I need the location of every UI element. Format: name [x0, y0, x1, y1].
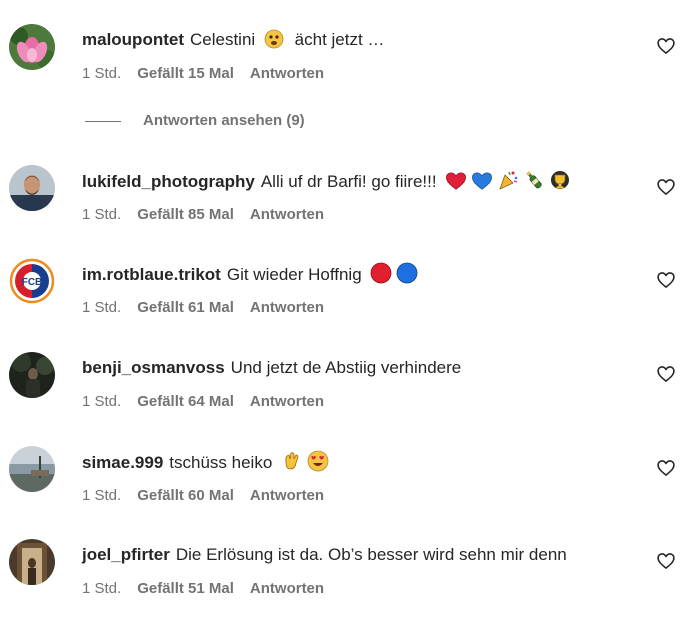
blue-circle-icon [396, 262, 418, 284]
red-circle-icon [370, 262, 392, 284]
like-heart-icon[interactable] [656, 458, 676, 478]
comment-meta: 1 Std. Gefällt 61 Mal Antworten [82, 298, 324, 318]
timestamp: 1 Std. [82, 580, 122, 597]
comment-item: benji_osmanvoss Und jetzt de Abstiig verh… [0, 352, 680, 432]
comment-body: Und jetzt de Abstiig verhindere [230, 358, 462, 377]
red-heart-icon [445, 171, 467, 191]
comment-text: benji_osmanvoss Und jetzt de Abstiig verh… [82, 356, 461, 380]
view-replies-button[interactable]: Antworten ansehen (9) [85, 111, 305, 131]
reply-button[interactable]: Antworten [250, 299, 324, 316]
divider-line [85, 120, 121, 122]
timestamp: 1 Std. [82, 299, 122, 316]
username[interactable]: benji_osmanvoss [82, 358, 225, 377]
comment-body: tschüss heiko [169, 453, 273, 472]
reply-button[interactable]: Antworten [250, 580, 324, 597]
view-replies-label[interactable]: Antworten ansehen (9) [143, 112, 305, 129]
timestamp: 1 Std. [82, 393, 122, 410]
avatar[interactable] [9, 539, 55, 585]
like-heart-icon[interactable] [656, 36, 676, 56]
like-heart-icon[interactable] [656, 551, 676, 571]
champagne-bottle-icon [523, 169, 545, 191]
username[interactable]: im.rotblaue.trikot [82, 265, 221, 284]
timestamp: 1 Std. [82, 487, 122, 504]
reply-button[interactable]: Antworten [250, 487, 324, 504]
like-heart-icon[interactable] [656, 177, 676, 197]
avatar[interactable] [9, 446, 55, 492]
waving-hand-icon [281, 450, 303, 472]
username[interactable]: simae.999 [82, 453, 163, 472]
comment-text: maloupontet Celestini ächt jetzt … [82, 28, 384, 52]
blue-heart-icon [471, 171, 493, 191]
likes-count[interactable]: Gefällt 51 Mal [137, 580, 234, 597]
avatar[interactable]: FCB [9, 258, 55, 304]
timestamp: 1 Std. [82, 206, 122, 223]
reply-button[interactable]: Antworten [250, 65, 324, 82]
comment-body: Celestini [190, 30, 256, 49]
comment-meta: 1 Std. Gefällt 64 Mal Antworten [82, 392, 324, 412]
comment-text: im.rotblaue.trikot Git wieder Hoffnig [82, 262, 418, 287]
username[interactable]: joel_pfirter [82, 545, 170, 564]
avatar[interactable] [9, 352, 55, 398]
upside-down-sad-face-icon [264, 29, 284, 49]
avatar[interactable] [9, 165, 55, 211]
comment-item: lukifeld_photography Alli uf dr Barfi! go… [0, 165, 680, 245]
likes-count[interactable]: Gefällt 61 Mal [137, 299, 234, 316]
likes-count[interactable]: Gefällt 60 Mal [137, 487, 234, 504]
svg-text:FCB: FCB [22, 277, 43, 288]
comment-body: Git wieder Hoffnig [226, 265, 362, 284]
trophy-medal-icon [549, 169, 571, 191]
comment-body: Alli uf dr Barfi! go fiire!!! [260, 172, 437, 191]
like-heart-icon[interactable] [656, 270, 676, 290]
comment-meta: 1 Std. Gefällt 60 Mal Antworten [82, 486, 324, 506]
comment-body-suffix: ächt jetzt … [294, 30, 385, 49]
comment-item: maloupontet Celestini ächt jetzt … 1 Std.… [0, 24, 680, 104]
avatar[interactable] [9, 24, 55, 70]
username[interactable]: maloupontet [82, 30, 184, 49]
comment-item: FCB im.rotblaue.trikot Git wieder Hoffnig… [0, 258, 680, 338]
comment-item: simae.999 tschüss heiko 1 Std. Gefällt 60 … [0, 446, 680, 526]
timestamp: 1 Std. [82, 65, 122, 82]
comment-body: Die Erlösung ist da. Ob’s besser wird se… [175, 545, 567, 564]
like-heart-icon[interactable] [656, 364, 676, 384]
comment-meta: 1 Std. Gefällt 15 Mal Antworten [82, 64, 324, 84]
comment-meta: 1 Std. Gefällt 85 Mal Antworten [82, 205, 324, 225]
comment-meta: 1 Std. Gefällt 51 Mal Antworten [82, 579, 324, 599]
reply-button[interactable]: Antworten [250, 393, 324, 410]
likes-count[interactable]: Gefällt 85 Mal [137, 206, 234, 223]
comment-text: simae.999 tschüss heiko [82, 450, 329, 475]
likes-count[interactable]: Gefällt 15 Mal [137, 65, 234, 82]
party-popper-icon [497, 169, 519, 191]
reply-button[interactable]: Antworten [250, 206, 324, 223]
username[interactable]: lukifeld_photography [82, 172, 255, 191]
comment-text: joel_pfirter Die Erlösung ist da. Ob’s be… [82, 543, 567, 567]
comment-item: joel_pfirter Die Erlösung ist da. Ob’s be… [0, 539, 680, 619]
comment-text: lukifeld_photography Alli uf dr Barfi! go… [82, 169, 571, 194]
likes-count[interactable]: Gefällt 64 Mal [137, 393, 234, 410]
heart-eyes-face-icon [307, 450, 329, 472]
